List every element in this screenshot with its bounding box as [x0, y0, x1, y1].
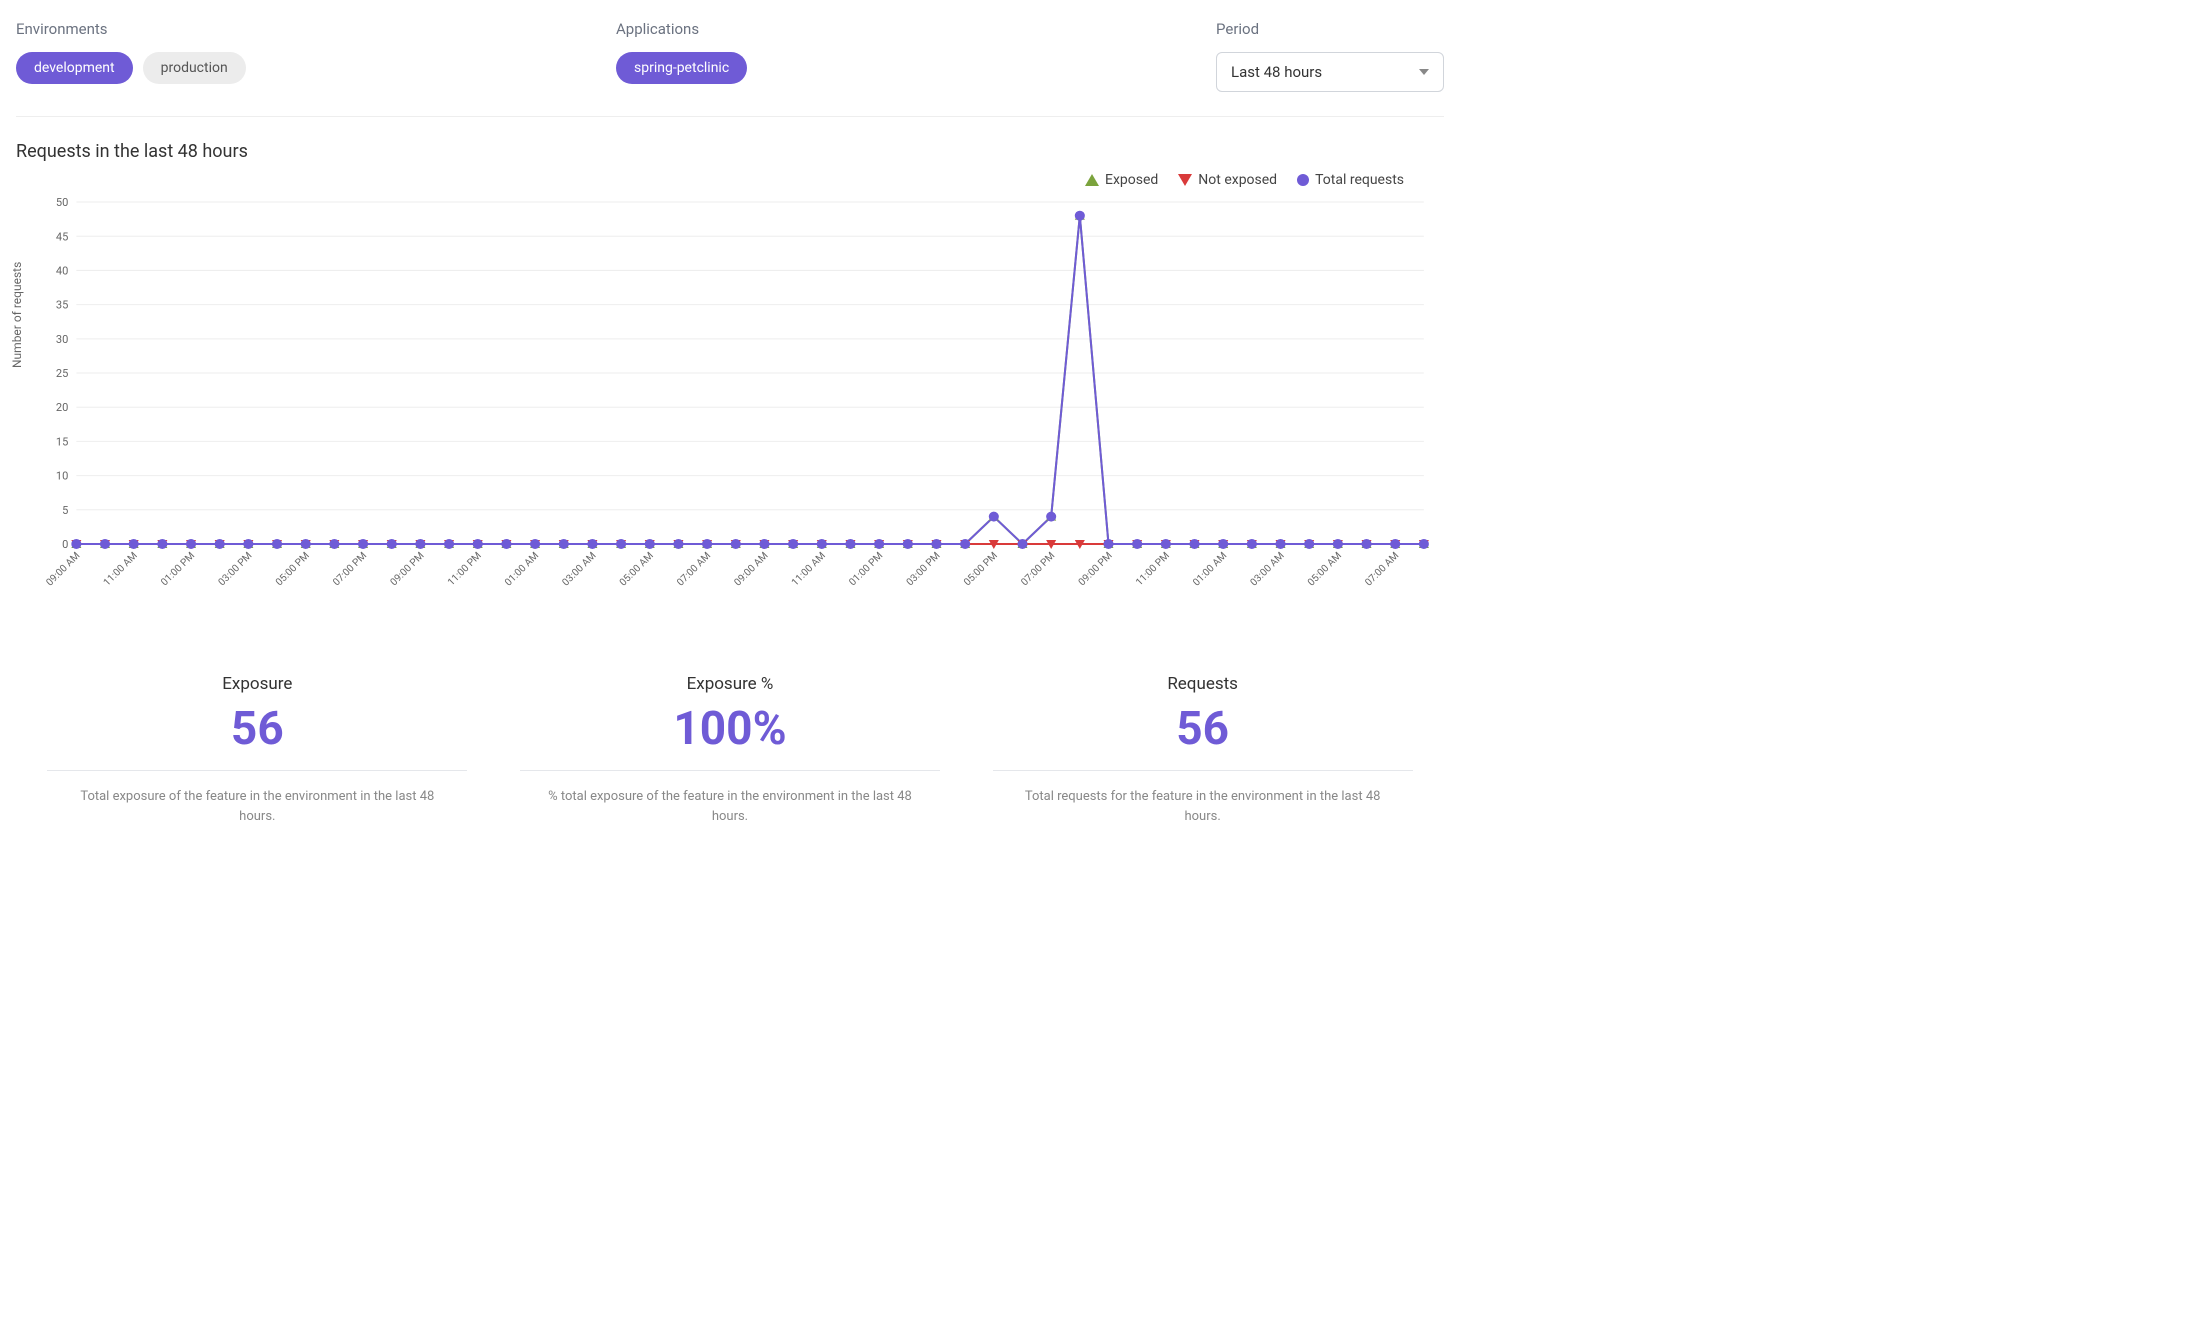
requests-chart: 0 5 10 15 20 25 30 35 40 45 50 09:00 AM 11:00 AM 01:0…	[16, 192, 1444, 624]
chart-legend: Exposed Not exposed Total requests	[16, 172, 1444, 188]
svg-text:01:00 PM: 01:00 PM	[159, 550, 197, 588]
period-label: Period	[1216, 20, 1444, 38]
stat-value: 56	[993, 702, 1413, 771]
period-value: Last 48 hours	[1231, 63, 1322, 81]
svg-text:50: 50	[56, 196, 68, 209]
circle-icon	[1297, 174, 1309, 186]
svg-text:01:00 AM: 01:00 AM	[1191, 550, 1229, 588]
stat-desc: % total exposure of the feature in the e…	[520, 787, 940, 826]
stat-title: Exposure %	[520, 674, 940, 694]
applications-filter: Applications spring-petclinic	[616, 20, 1176, 92]
svg-text:03:00 PM: 03:00 PM	[905, 550, 943, 588]
svg-text:45: 45	[56, 230, 68, 243]
stat-title: Exposure	[47, 674, 467, 694]
legend-exposed-label: Exposed	[1105, 172, 1158, 188]
svg-text:15: 15	[56, 435, 68, 448]
svg-text:11:00 PM: 11:00 PM	[1134, 550, 1172, 588]
chevron-down-icon	[1419, 69, 1429, 75]
svg-text:05:00 AM: 05:00 AM	[1306, 550, 1344, 588]
svg-text:07:00 AM: 07:00 AM	[1363, 550, 1401, 588]
chart-container: Number of requests 051015202530354045500…	[16, 192, 1444, 624]
stat-card-2: Requests 56 Total requests for the feature…	[993, 674, 1413, 826]
svg-text:30: 30	[56, 333, 68, 346]
stat-card-1: Exposure % 100% % total exposure of the fe…	[520, 674, 940, 826]
applications-chips: spring-petclinic	[616, 52, 1176, 84]
svg-text:01:00 PM: 01:00 PM	[847, 550, 885, 588]
svg-text:35: 35	[56, 299, 68, 312]
stat-title: Requests	[993, 674, 1413, 694]
environments-filter: Environments development production	[16, 20, 576, 92]
stat-value: 56	[47, 702, 467, 771]
environments-chips: development production	[16, 52, 576, 84]
environment-chip-development[interactable]: development	[16, 52, 133, 84]
svg-text:20: 20	[56, 401, 68, 414]
svg-text:25: 25	[56, 367, 68, 380]
legend-total[interactable]: Total requests	[1297, 172, 1404, 188]
svg-text:10: 10	[56, 470, 68, 483]
svg-text:07:00 PM: 07:00 PM	[1019, 550, 1057, 588]
svg-text:09:00 AM: 09:00 AM	[44, 550, 82, 588]
svg-text:11:00 PM: 11:00 PM	[446, 550, 484, 588]
svg-text:01:00 AM: 01:00 AM	[503, 550, 541, 588]
legend-not-exposed[interactable]: Not exposed	[1178, 172, 1277, 188]
stats-row: Exposure 56 Total exposure of the feature …	[16, 674, 1444, 826]
svg-text:11:00 AM: 11:00 AM	[102, 550, 140, 588]
svg-text:05:00 PM: 05:00 PM	[274, 550, 312, 588]
svg-text:11:00 AM: 11:00 AM	[790, 550, 828, 588]
legend-total-label: Total requests	[1315, 172, 1404, 188]
svg-text:0: 0	[62, 538, 68, 551]
environment-chip-production[interactable]: production	[143, 52, 246, 84]
svg-text:09:00 PM: 09:00 PM	[1077, 550, 1115, 588]
y-axis-label: Number of requests	[10, 262, 24, 368]
period-select[interactable]: Last 48 hours	[1216, 52, 1444, 92]
svg-text:03:00 AM: 03:00 AM	[560, 550, 598, 588]
stat-desc: Total exposure of the feature in the env…	[47, 787, 467, 826]
stat-card-0: Exposure 56 Total exposure of the feature …	[47, 674, 467, 826]
svg-text:40: 40	[56, 264, 68, 277]
svg-text:07:00 AM: 07:00 AM	[675, 550, 713, 588]
triangle-up-icon	[1085, 174, 1099, 186]
chart-title: Requests in the last 48 hours	[16, 141, 1444, 162]
svg-text:09:00 AM: 09:00 AM	[733, 550, 771, 588]
svg-text:09:00 PM: 09:00 PM	[389, 550, 427, 588]
legend-exposed[interactable]: Exposed	[1085, 172, 1158, 188]
svg-text:05:00 AM: 05:00 AM	[618, 550, 656, 588]
stat-desc: Total requests for the feature in the en…	[993, 787, 1413, 826]
svg-text:07:00 PM: 07:00 PM	[331, 550, 369, 588]
environments-label: Environments	[16, 20, 576, 38]
stat-value: 100%	[520, 702, 940, 771]
svg-text:05:00 PM: 05:00 PM	[962, 550, 1000, 588]
legend-not-exposed-label: Not exposed	[1198, 172, 1277, 188]
svg-text:5: 5	[62, 504, 68, 517]
triangle-down-icon	[1178, 174, 1192, 186]
filters-row: Environments development production Appli…	[16, 20, 1444, 117]
application-chip-spring-petclinic[interactable]: spring-petclinic	[616, 52, 747, 84]
period-filter: Period Last 48 hours	[1216, 20, 1444, 92]
applications-label: Applications	[616, 20, 1176, 38]
svg-text:03:00 PM: 03:00 PM	[217, 550, 255, 588]
svg-text:03:00 AM: 03:00 AM	[1249, 550, 1287, 588]
